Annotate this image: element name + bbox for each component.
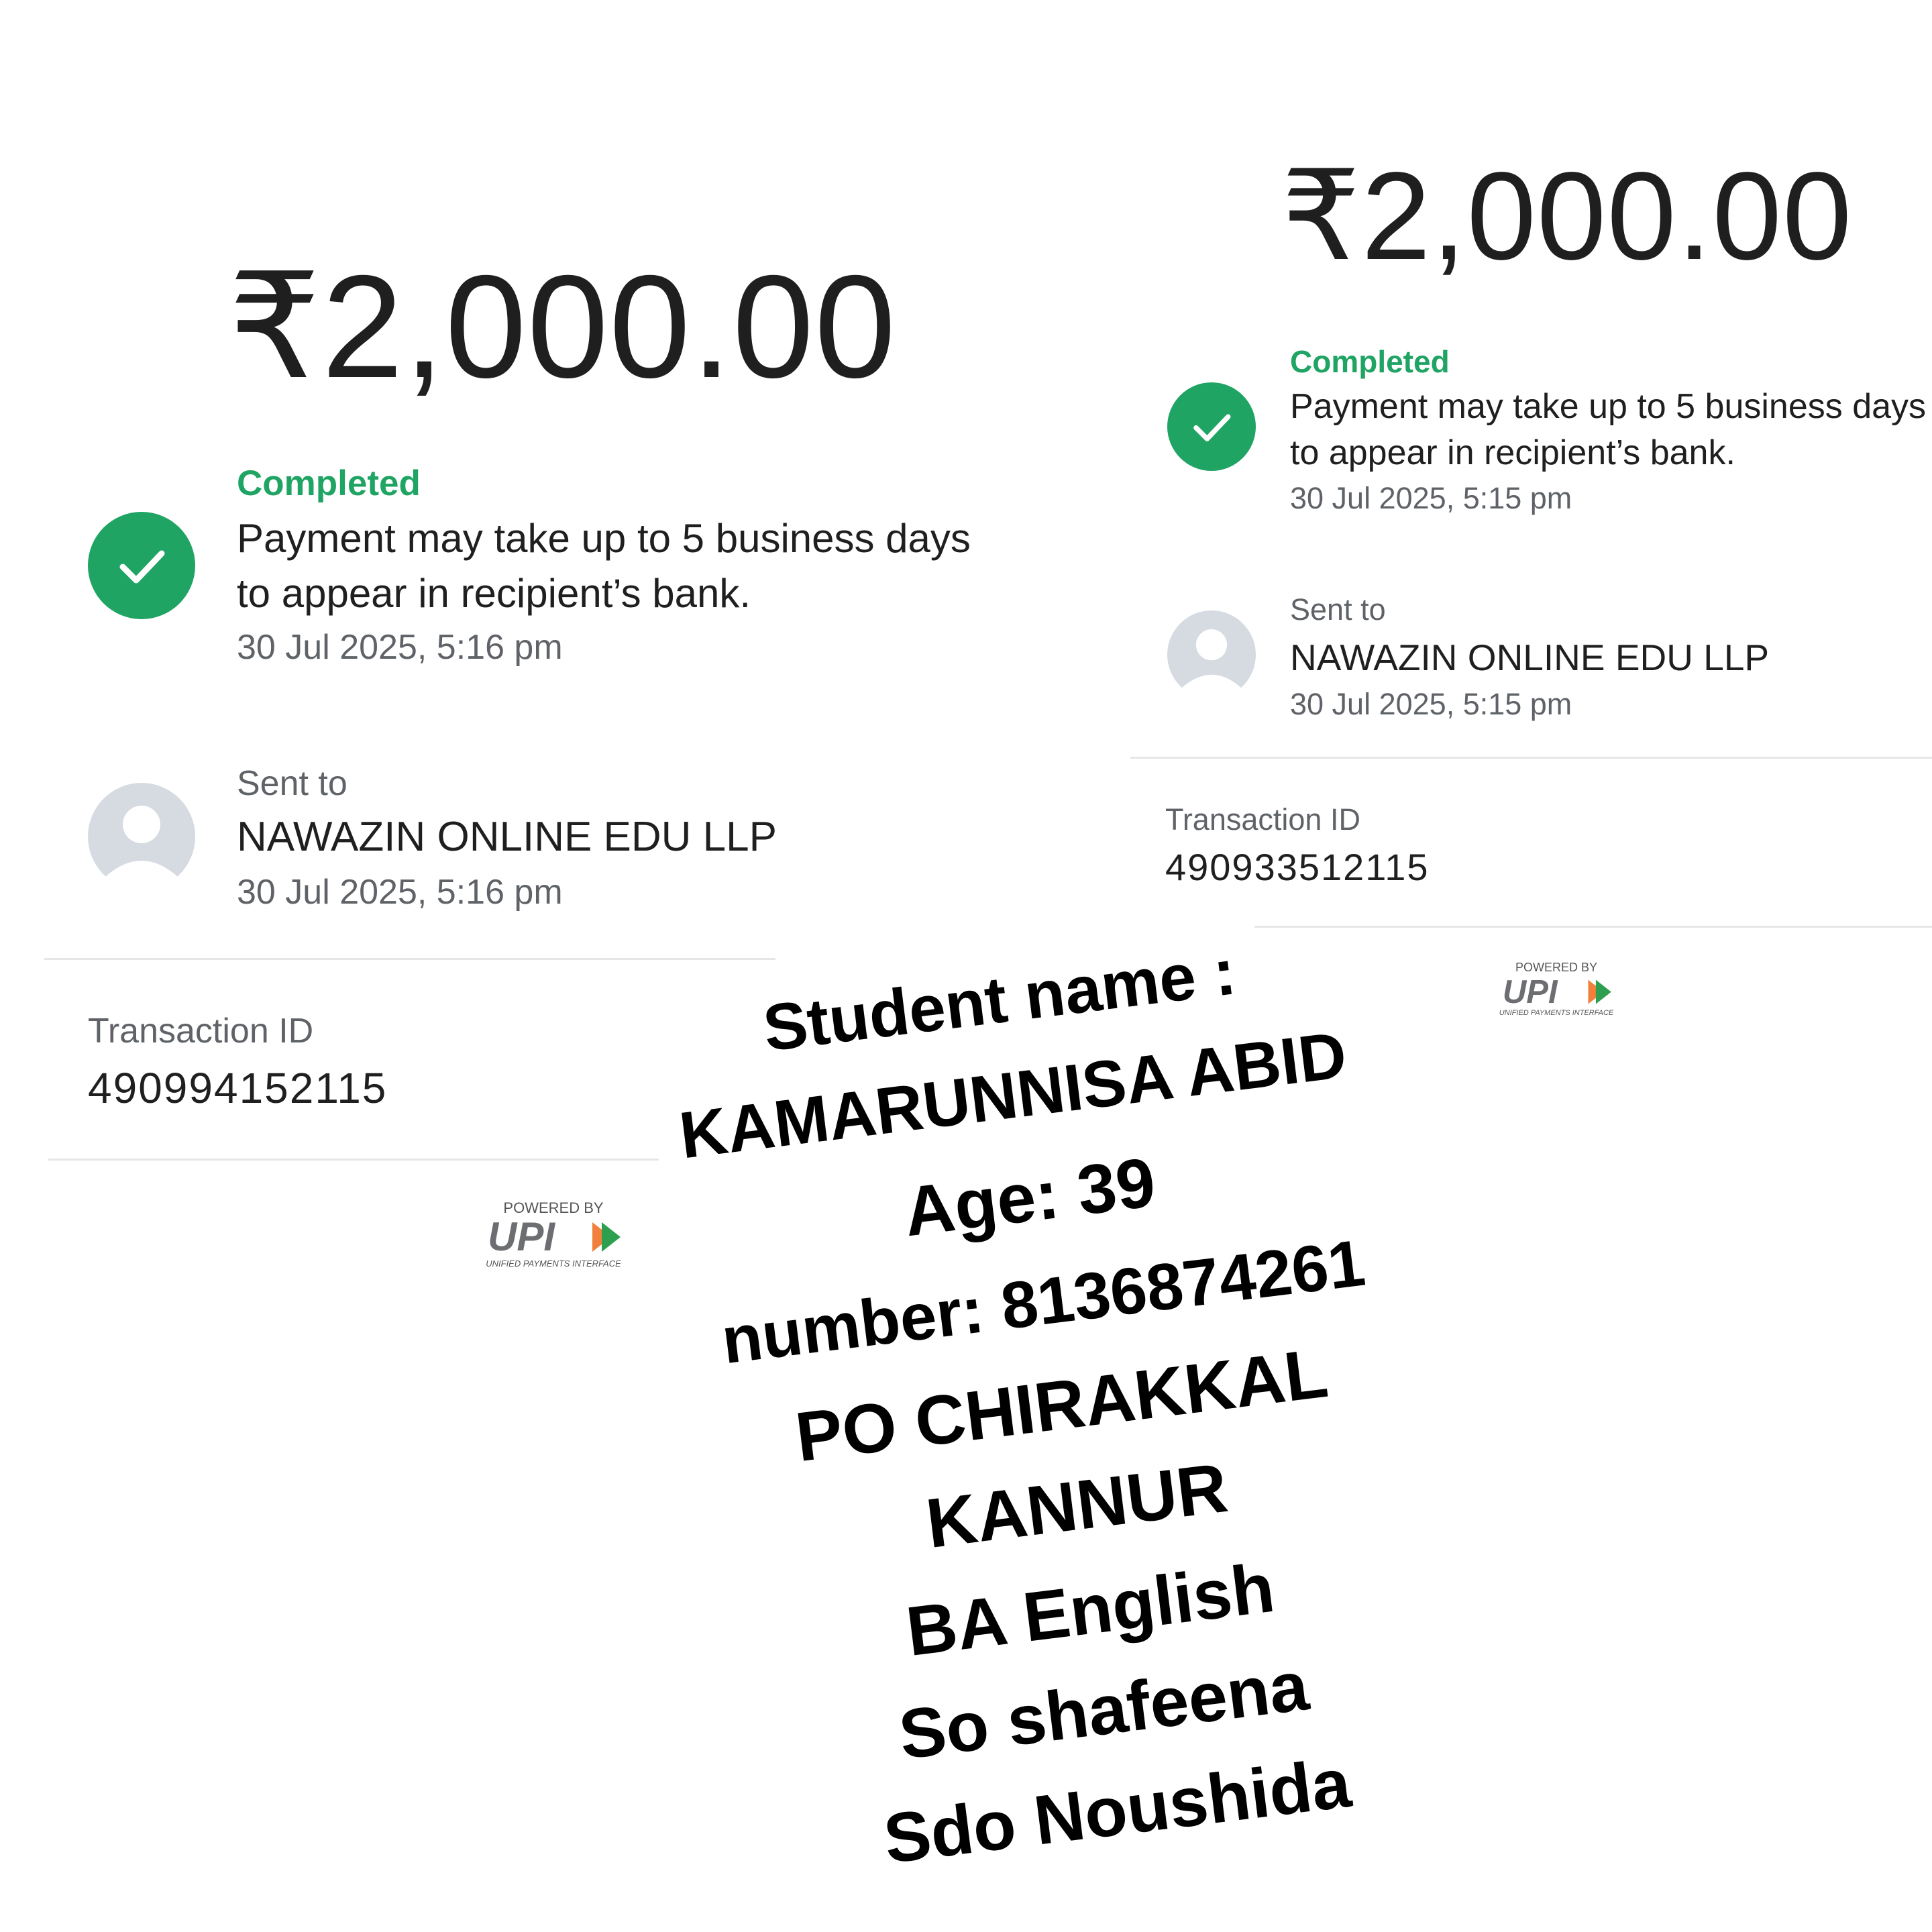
note-line-so: So shafeena (894, 1647, 1312, 1774)
student-details-note: Student name : KAMARUNNISA ABID Age: 39 … (0, 0, 1932, 1932)
note-line-age: Age: 39 (900, 1143, 1160, 1252)
note-line-district: KANNUR (922, 1448, 1232, 1564)
note-line-course: BA English (902, 1548, 1279, 1672)
